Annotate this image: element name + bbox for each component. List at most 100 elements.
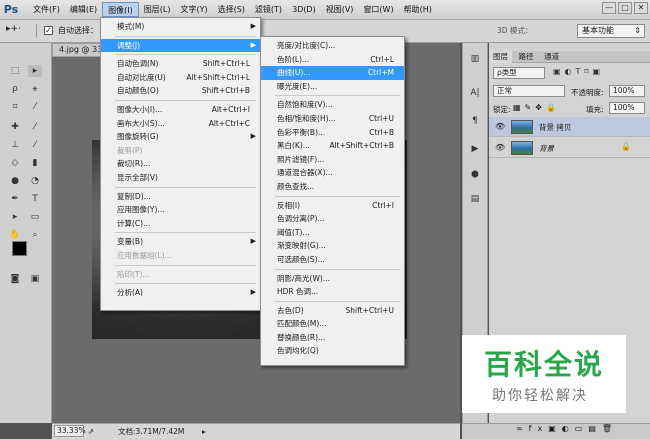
lock-icons[interactable]: ▦✎✥🔒 xyxy=(513,103,560,112)
menu-item-auto-tone[interactable]: 自动色调(N) Shift+Ctrl+L xyxy=(101,57,260,71)
visibility-eye-icon[interactable]: 👁 xyxy=(495,143,505,152)
clone-stamp-icon[interactable]: ⊥ xyxy=(8,139,22,151)
quick-mask-icon[interactable]: ◙ xyxy=(8,273,22,285)
visibility-eye-icon[interactable]: 👁 xyxy=(495,122,505,131)
auto-select-checkbox[interactable]: ✓ xyxy=(44,26,53,35)
crop-tool-icon[interactable]: ⌗ xyxy=(8,101,22,113)
menu-item-invert[interactable]: 反相(I) Ctrl+I xyxy=(261,199,404,213)
filter-icons[interactable]: ▣◐T⌑▣ xyxy=(553,67,604,76)
magic-wand-icon[interactable]: ⚹ xyxy=(28,83,42,95)
layer-kind-filter[interactable]: ρ类型 xyxy=(493,67,545,79)
menu-image[interactable]: 图像(I) xyxy=(102,2,139,17)
minimize-button[interactable]: — xyxy=(602,2,616,14)
menu-3d[interactable]: 3D(D) xyxy=(287,2,321,17)
brush-tool-icon[interactable]: ⁄ xyxy=(28,121,42,133)
menu-item-mode[interactable]: 模式(M) ▶ xyxy=(101,20,260,34)
opacity-input[interactable]: 100% xyxy=(609,85,645,97)
properties-panel-icon[interactable]: ▤ xyxy=(468,193,482,205)
blur-tool-icon[interactable]: ● xyxy=(8,175,22,187)
healing-brush-icon[interactable]: ✚ xyxy=(8,121,22,133)
dodge-tool-icon[interactable]: ◔ xyxy=(28,175,42,187)
menu-item-gradient-map[interactable]: 渐变映射(G)... xyxy=(261,239,404,253)
menu-item-hue-saturation[interactable]: 色相/饱和度(H)... Ctrl+U xyxy=(261,112,404,126)
menu-file[interactable]: 文件(F) xyxy=(28,2,65,17)
play-actions-icon[interactable]: ▶ xyxy=(468,143,482,155)
menu-layer[interactable]: 图层(L) xyxy=(139,2,176,17)
type-tool-icon[interactable]: T xyxy=(28,193,42,205)
3d-panel-icon[interactable]: ⬢ xyxy=(468,169,482,181)
workspace-select[interactable]: 基本功能 ⇕ xyxy=(577,24,645,38)
menu-item-hdr-toning[interactable]: HDR 色调... xyxy=(261,285,404,299)
menu-help[interactable]: 帮助(H) xyxy=(399,2,437,17)
menu-item-trim[interactable]: 裁切(R)... xyxy=(101,157,260,171)
menu-item-canvas-size[interactable]: 画布大小(S)... Alt+Ctrl+C xyxy=(101,117,260,131)
gradient-tool-icon[interactable]: ▮ xyxy=(28,157,42,169)
menu-type[interactable]: 文字(Y) xyxy=(175,2,212,17)
menu-item-color-lookup[interactable]: 颜色查找... xyxy=(261,180,404,194)
menu-edit[interactable]: 编辑(E) xyxy=(65,2,102,17)
menu-item-match-color[interactable]: 匹配颜色(M)... xyxy=(261,317,404,331)
hand-tool-icon[interactable]: ✋ xyxy=(8,229,22,241)
eyedropper-icon[interactable]: ⁄ xyxy=(28,101,42,113)
layer-row[interactable]: 👁 背景 拷贝 xyxy=(489,117,650,137)
close-button[interactable]: ✕ xyxy=(634,2,648,14)
chevron-right-icon[interactable]: ▸ xyxy=(202,424,206,439)
menu-item-selective-color[interactable]: 可选颜色(S)... xyxy=(261,253,404,267)
menu-item-image-rotation[interactable]: 图像旋转(G) ▶ xyxy=(101,130,260,144)
foreground-color-swatch[interactable] xyxy=(12,241,27,256)
layer-row[interactable]: 👁 背景 🔒 xyxy=(489,138,650,158)
move-tool-icon[interactable]: ▸ xyxy=(28,65,42,77)
fill-input[interactable]: 100% xyxy=(609,102,645,114)
menu-item-replace-color[interactable]: 替换颜色(R)... xyxy=(261,331,404,345)
history-panel-icon[interactable]: ▥ xyxy=(468,53,482,65)
menu-select[interactable]: 选择(S) xyxy=(213,2,250,17)
tab-channels[interactable]: 通道 xyxy=(540,51,563,63)
menu-item-threshold[interactable]: 阈值(T)... xyxy=(261,226,404,240)
blend-mode-select[interactable]: 正常 xyxy=(493,85,565,97)
menu-item-auto-color[interactable]: 自动颜色(O) Shift+Ctrl+B xyxy=(101,84,260,98)
menu-item-channel-mixer[interactable]: 通道混合器(X)... xyxy=(261,166,404,180)
menu-item-equalize[interactable]: 色调均化(Q) xyxy=(261,344,404,358)
menu-item-reveal-all[interactable]: 显示全部(V) xyxy=(101,171,260,185)
menu-item-duplicate[interactable]: 复制(D)... xyxy=(101,190,260,204)
maximize-button[interactable]: □ xyxy=(618,2,632,14)
layer-footer-icons[interactable]: ∞fx▣◐▭▤🗑 xyxy=(516,424,618,433)
menu-item-auto-contrast[interactable]: 自动对比度(U) Alt+Shift+Ctrl+L xyxy=(101,71,260,85)
lasso-tool-icon[interactable]: ρ xyxy=(8,83,22,95)
menu-item-photo-filter[interactable]: 照片滤镜(F)... xyxy=(261,153,404,167)
menu-item-shadows-highlights[interactable]: 阴影/高光(W)... xyxy=(261,272,404,286)
menu-item-exposure[interactable]: 曝光度(E)... xyxy=(261,80,404,94)
share-icon[interactable]: ⇗ xyxy=(88,424,94,439)
tab-layers[interactable]: 图层 xyxy=(489,51,512,63)
menu-window[interactable]: 窗口(W) xyxy=(358,2,398,17)
menu-item-levels[interactable]: 色阶(L)... Ctrl+L xyxy=(261,53,404,67)
eraser-icon[interactable]: ◇ xyxy=(8,157,22,169)
screen-mode-icon[interactable]: ▣ xyxy=(28,273,42,285)
menu-item-vibrance[interactable]: 自然饱和度(V)... xyxy=(261,98,404,112)
menu-item-variables[interactable]: 变量(B) ▶ xyxy=(101,235,260,249)
pen-tool-icon[interactable]: ✒ xyxy=(8,193,22,205)
paragraph-panel-icon[interactable]: ¶ xyxy=(468,115,482,127)
move-tool-icon[interactable]: ▸+· xyxy=(6,24,21,34)
menu-item-posterize[interactable]: 色调分离(P)... xyxy=(261,212,404,226)
rectangle-tool-icon[interactable]: ▭ xyxy=(28,211,42,223)
menu-item-black-white[interactable]: 黑白(K)... Alt+Shift+Ctrl+B xyxy=(261,139,404,153)
menu-item-adjustments[interactable]: 调整(J) ▶ xyxy=(101,38,260,53)
menu-item-curves[interactable]: 曲线(U)... Ctrl+M xyxy=(261,66,404,80)
menu-item-calculations[interactable]: 计算(C)... xyxy=(101,217,260,231)
menu-item-image-size[interactable]: 图像大小(I)... Alt+Ctrl+I xyxy=(101,103,260,117)
menu-item-color-balance[interactable]: 色彩平衡(B)... Ctrl+B xyxy=(261,126,404,140)
menu-item-analysis[interactable]: 分析(A) ▶ xyxy=(101,286,260,300)
history-brush-icon[interactable]: ⁄ xyxy=(28,139,42,151)
menu-view[interactable]: 视图(V) xyxy=(321,2,359,17)
path-select-icon[interactable]: ▸ xyxy=(8,211,22,223)
tab-paths[interactable]: 路径 xyxy=(515,51,538,63)
menu-filter[interactable]: 滤镜(T) xyxy=(250,2,287,17)
zoom-level[interactable]: 33.33% xyxy=(54,425,86,437)
marquee-tool-icon[interactable]: ⬚ xyxy=(8,65,22,77)
menu-item-desaturate[interactable]: 去色(D) Shift+Ctrl+U xyxy=(261,304,404,318)
menu-item-brightness-contrast[interactable]: 亮度/对比度(C)... xyxy=(261,39,404,53)
menu-item-apply-image[interactable]: 应用图像(Y)... xyxy=(101,203,260,217)
character-panel-icon[interactable]: A| xyxy=(468,87,482,99)
zoom-tool-icon[interactable]: ⌕ xyxy=(28,229,42,241)
